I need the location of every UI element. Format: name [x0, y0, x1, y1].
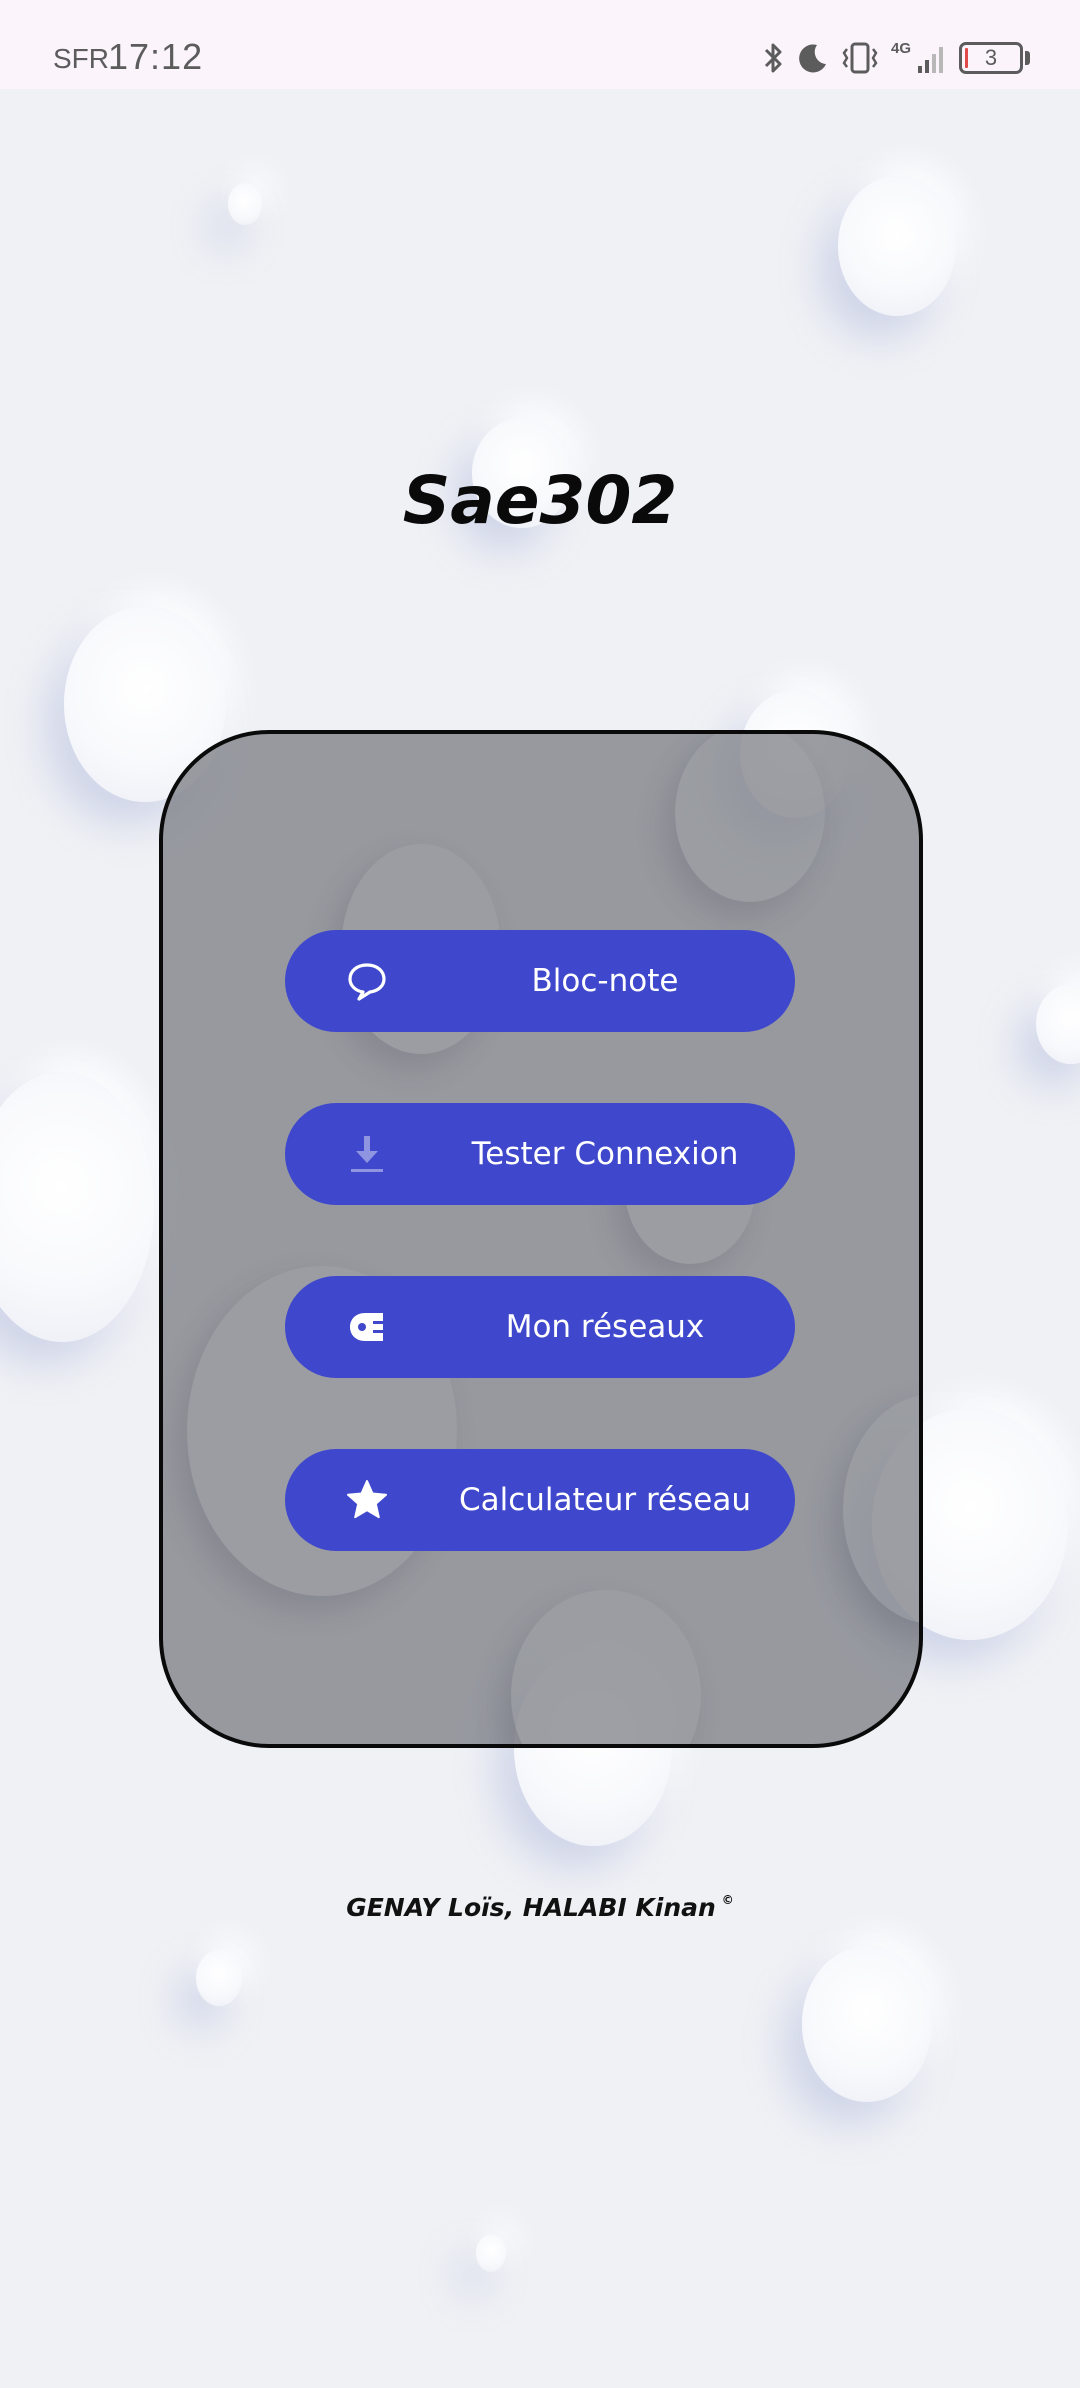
card-blob [511, 1590, 701, 1744]
network-4g-icon: 4G [890, 40, 911, 57]
status-icons: 4G 3 [761, 38, 1030, 78]
calculateur-reseau-label: Calculateur réseau [458, 1482, 752, 1518]
card-blob [675, 734, 825, 902]
status-bar: SFR 17:12 4G 3 [0, 0, 1080, 89]
download-icon [345, 1132, 389, 1176]
star-icon [345, 1478, 389, 1522]
plug-icon [345, 1305, 389, 1349]
bloc-note-label: Bloc-note [531, 963, 679, 999]
battery-level: 3 [984, 45, 998, 70]
bloc-note-button[interactable]: Bloc-note [285, 930, 795, 1032]
bubble [196, 1950, 242, 2006]
calculateur-reseau-button[interactable]: Calculateur réseau [285, 1449, 795, 1551]
vibrate-icon [842, 42, 878, 74]
tester-connexion-button[interactable]: Tester Connexion [285, 1103, 795, 1205]
bubble [0, 1072, 154, 1342]
signal-icon [918, 47, 943, 73]
carrier-label: SFR [53, 43, 109, 74]
bubble [228, 183, 262, 225]
bubble [1036, 984, 1080, 1064]
clock: 17:12 [108, 36, 204, 77]
credits-text: GENAY Loïs, HALABI Kinan [346, 1893, 716, 1922]
tester-connexion-label: Tester Connexion [471, 1136, 739, 1172]
app-title: Sae302 [402, 462, 678, 539]
bluetooth-icon [764, 43, 782, 73]
bubble [476, 2234, 506, 2272]
chat-bubble-icon [345, 959, 389, 1003]
battery-tip [1025, 51, 1030, 65]
bubble [838, 176, 956, 316]
battery-icon: 3 [959, 42, 1023, 74]
copyright-mark: © [721, 1893, 734, 1907]
credits: GENAY Loïs, HALABI Kinan © [0, 1893, 1080, 1922]
bubble [802, 1946, 932, 2102]
mon-reseaux-label: Mon réseaux [505, 1309, 705, 1345]
mon-reseaux-button[interactable]: Mon réseaux [285, 1276, 795, 1378]
moon-icon [799, 44, 826, 73]
card-blob [843, 1394, 919, 1624]
menu-card [159, 730, 923, 1748]
